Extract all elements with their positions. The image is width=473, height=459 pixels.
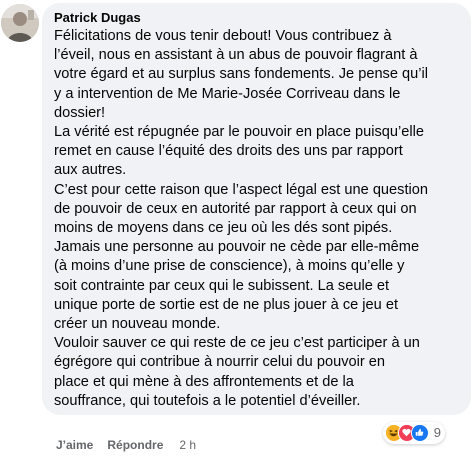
reply-button[interactable]: Répondre (107, 437, 163, 453)
comment-paragraph: C’est pour cette raison que l’aspect lég… (54, 181, 428, 237)
reaction-count: 9 (433, 425, 441, 440)
comment-actions: J’aime Répondre 2 h (56, 437, 196, 453)
reactions-summary[interactable]: 9 (382, 422, 445, 444)
author-name[interactable]: Patrick Dugas (54, 9, 459, 27)
comment-body: Félicitations de vous tenir debout! Vous… (54, 27, 459, 411)
comment-paragraph: La vérité est répugnée par le pouvoir en… (54, 124, 424, 179)
avatar-image (1, 4, 39, 42)
timestamp[interactable]: 2 h (179, 437, 196, 453)
comment-bubble: Patrick Dugas Félicitations de vous teni… (42, 3, 471, 415)
avatar[interactable] (1, 4, 39, 42)
comment-paragraph: Jamais une personne au pouvoir ne cède p… (54, 239, 420, 333)
like-button[interactable]: J’aime (56, 437, 93, 453)
like-icon (410, 424, 429, 442)
comment-paragraph: Félicitations de vous tenir debout! Vous… (54, 28, 428, 121)
comment-paragraph: Vouloir sauver ce qui reste de ce jeu c’… (54, 335, 420, 409)
